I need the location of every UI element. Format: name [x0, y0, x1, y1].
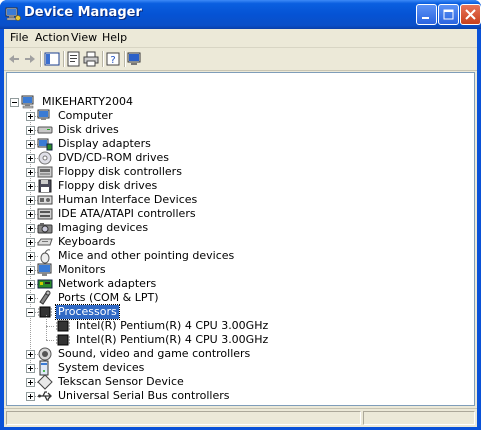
tree-category-label: Floppy disk drives	[58, 179, 158, 192]
menu-file[interactable]: File	[10, 31, 28, 44]
tree-category-label: IDE ATA/ATAPI controllers	[58, 207, 196, 220]
expand-toggle[interactable]	[26, 378, 35, 387]
expand-toggle[interactable]	[26, 252, 35, 261]
expand-toggle[interactable]	[26, 168, 35, 177]
expand-toggle[interactable]	[26, 182, 35, 191]
status-bar	[4, 408, 477, 427]
root-collapse-toggle[interactable]	[10, 98, 19, 107]
computer-icon	[21, 95, 34, 109]
scan-hardware-icon[interactable]	[127, 51, 143, 67]
tree-category-label: Display adapters	[58, 137, 151, 150]
expand-toggle[interactable]	[26, 112, 35, 121]
tree-category-label: Disk drives	[58, 123, 119, 136]
tree-category-label: Keyboards	[58, 235, 116, 248]
tree-category-label: DVD/CD-ROM drives	[58, 151, 169, 164]
processor-icon	[38, 306, 52, 318]
tree-category-label: Ports (COM & LPT)	[58, 291, 159, 304]
expand-toggle[interactable]	[26, 154, 35, 163]
window-title: Device Manager	[24, 5, 142, 20]
expand-toggle[interactable]	[26, 224, 35, 233]
tree-category-label: Monitors	[58, 263, 106, 276]
maximize-icon	[443, 9, 454, 20]
usb-icon	[38, 391, 52, 401]
tree-category-label: System devices	[58, 361, 145, 374]
title-bar[interactable]: Device Manager	[0, 0, 481, 29]
tree-category-label: Imaging devices	[58, 221, 149, 234]
status-pane-secondary	[363, 411, 475, 425]
maximize-button[interactable]	[438, 4, 459, 25]
tree-guide-line	[46, 340, 54, 342]
processor-icon	[56, 334, 70, 346]
collapse-toggle[interactable]	[26, 308, 35, 317]
expand-toggle[interactable]	[26, 140, 35, 149]
menu-action[interactable]: Action	[35, 31, 69, 44]
toolbar-separator	[124, 51, 126, 67]
expand-toggle[interactable]	[26, 392, 35, 401]
window-body: File Action View Help ? MIKEHARTY2004 Co…	[4, 29, 477, 427]
tree-device-label: Intel(R) Pentium(R) 4 CPU 3.00GHz	[76, 333, 269, 346]
tree-guide-line	[46, 315, 48, 340]
back-arrow-icon[interactable]	[6, 51, 22, 67]
expand-toggle[interactable]	[26, 126, 35, 135]
expand-toggle[interactable]	[26, 364, 35, 373]
toolbar-separator	[102, 51, 104, 67]
expand-toggle[interactable]	[26, 210, 35, 219]
print-icon[interactable]	[83, 51, 99, 67]
tree-category-label: Processors	[55, 304, 120, 320]
tree-category-label: Tekscan Sensor Device	[58, 375, 184, 388]
minimize-icon	[422, 17, 429, 19]
expand-toggle[interactable]	[26, 238, 35, 247]
help-icon[interactable]: ?	[105, 51, 121, 67]
expand-toggle[interactable]	[26, 196, 35, 205]
status-pane-main	[6, 411, 361, 425]
tree-category-label: Computer	[58, 109, 113, 122]
device-manager-icon	[5, 7, 21, 21]
expand-toggle[interactable]	[26, 294, 35, 303]
tree-category-label: Mice and other pointing devices	[58, 249, 235, 262]
tree-device-label: Intel(R) Pentium(R) 4 CPU 3.00GHz	[76, 319, 269, 332]
expand-toggle[interactable]	[26, 266, 35, 275]
tree-category-label: Sound, video and game controllers	[58, 347, 251, 360]
tree-category-label: Floppy disk controllers	[58, 165, 182, 178]
svg-text:?: ?	[110, 55, 115, 66]
toolbar: ?	[4, 48, 477, 71]
tree-root-label: MIKEHARTY2004	[42, 95, 133, 108]
close-icon	[465, 9, 476, 20]
device-tree[interactable]: MIKEHARTY2004 Computer Disk drives Display…	[6, 72, 475, 406]
close-button[interactable]	[460, 4, 481, 25]
tree-category-label: Network adapters	[58, 277, 157, 290]
tree-category-label: Human Interface Devices	[58, 193, 198, 206]
device-manager-window: Device Manager File Action View Help ? M…	[0, 0, 481, 430]
menu-view[interactable]: View	[71, 31, 97, 44]
menu-help[interactable]: Help	[102, 31, 127, 44]
menu-bar: File Action View Help	[4, 29, 477, 48]
toolbar-separator	[40, 51, 42, 67]
expand-toggle[interactable]	[26, 350, 35, 359]
expand-toggle[interactable]	[26, 280, 35, 289]
toolbar-separator	[63, 51, 65, 67]
minimize-button[interactable]	[416, 4, 437, 25]
forward-arrow-icon[interactable]	[22, 51, 38, 67]
properties-icon[interactable]	[66, 51, 82, 67]
tree-category-label: Universal Serial Bus controllers	[58, 389, 230, 402]
show-hide-icon[interactable]	[44, 51, 60, 67]
